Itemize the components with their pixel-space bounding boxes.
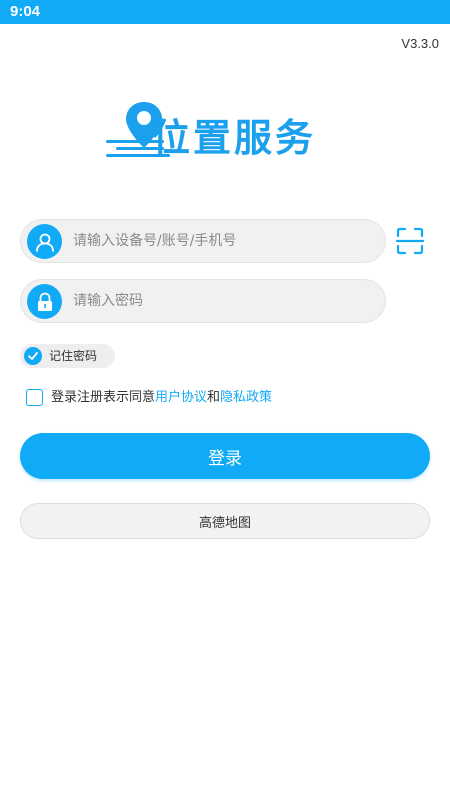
agreement-text: 登录注册表示同意用户协议和隐私政策	[51, 388, 272, 407]
status-bar: 9:04	[0, 0, 450, 24]
map-provider-button[interactable]: 高德地图	[20, 503, 430, 539]
account-input-container[interactable]	[20, 219, 386, 263]
agreement-checkbox[interactable]	[26, 389, 43, 406]
scan-icon[interactable]	[396, 227, 424, 255]
agreement-connector: 和	[207, 390, 221, 405]
privacy-policy-link[interactable]: 隐私政策	[220, 390, 272, 405]
app-logo: 位置服务	[106, 100, 346, 164]
app-version: V3.3.0	[401, 36, 439, 51]
password-input-container[interactable]	[20, 279, 386, 323]
user-icon	[27, 224, 62, 259]
account-input[interactable]	[73, 220, 373, 262]
user-agreement-link[interactable]: 用户协议	[155, 390, 207, 405]
check-icon	[24, 347, 42, 365]
status-time: 9:04	[10, 3, 41, 20]
agreement-prefix: 登录注册表示同意	[51, 390, 156, 405]
remember-password-toggle[interactable]: 记住密码	[20, 344, 115, 368]
login-button[interactable]: 登录	[20, 433, 430, 479]
logo-text: 位置服务	[152, 116, 317, 160]
lock-icon	[27, 284, 62, 319]
remember-password-label: 记住密码	[49, 349, 98, 363]
password-input[interactable]	[73, 280, 373, 322]
